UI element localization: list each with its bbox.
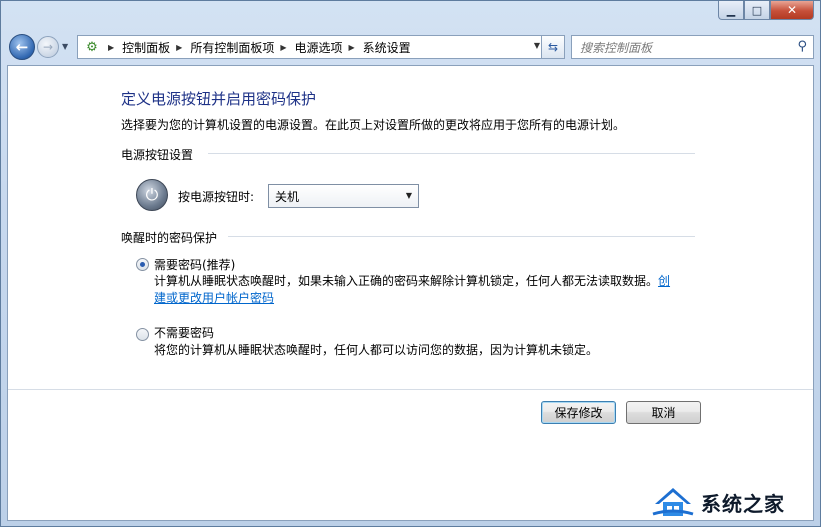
power-action-value: 关机: [275, 189, 300, 204]
create-password-link-start[interactable]: 创: [658, 274, 670, 288]
main-content: 定义电源按钮并启用密码保护 选择要为您的计算机设置的电源设置。在此页上对设置所做…: [7, 65, 814, 521]
save-changes-button[interactable]: 保存修改: [541, 401, 616, 424]
power-button-label: 按电源按钮时:: [178, 190, 255, 204]
search-icon[interactable]: ⚲: [797, 39, 807, 54]
page-description: 选择要为您的计算机设置的电源设置。在此页上对设置所做的更改将应用于您所有的电源计…: [121, 118, 626, 132]
chevron-right-icon[interactable]: ▶: [280, 43, 286, 52]
close-button[interactable]: ✕: [770, 1, 814, 20]
power-button-icon: ⏻: [136, 179, 168, 211]
page-title: 定义电源按钮并启用密码保护: [121, 90, 317, 108]
require-password-label[interactable]: 需要密码(推荐): [154, 256, 235, 273]
require-password-radio[interactable]: [136, 258, 149, 271]
arrow-right-icon: →: [42, 40, 54, 54]
control-panel-icon: ⚙: [86, 39, 98, 55]
minimize-button[interactable]: ▁: [718, 1, 744, 20]
chevron-right-icon[interactable]: ▶: [108, 43, 114, 52]
breadcrumb-system-settings[interactable]: 系统设置: [363, 39, 411, 56]
power-action-select[interactable]: 关机 ▼: [268, 184, 419, 208]
navigation-bar: ← → ▼ ⚙ ▶ 控制面板 ▶ 所有控制面板项 ▶ 电源选项 ▶ 系统设置 ▼…: [7, 32, 814, 62]
chevron-right-icon[interactable]: ▶: [349, 43, 355, 52]
refresh-button[interactable]: ⇆: [541, 35, 565, 59]
chevron-down-icon: ▼: [405, 191, 412, 200]
watermark: 系统之家: [651, 477, 821, 527]
create-password-link[interactable]: 建或更改用户帐户密码: [154, 291, 274, 305]
power-section-header: 电源按钮设置: [121, 148, 194, 162]
search-placeholder: 搜索控制面板: [580, 40, 653, 55]
maximize-button[interactable]: □: [744, 1, 770, 20]
no-password-label[interactable]: 不需要密码: [154, 324, 214, 341]
breadcrumb-all-items[interactable]: 所有控制面板项: [190, 39, 274, 56]
section-divider: [208, 153, 695, 154]
breadcrumb-power-options[interactable]: 电源选项: [295, 39, 343, 56]
control-panel-window: ▁ □ ✕ ← → ▼ ⚙ ▶ 控制面板 ▶ 所有控制面板项 ▶ 电源选项 ▶ …: [0, 0, 821, 527]
recent-pages-dropdown[interactable]: ▼: [62, 42, 68, 51]
caption-buttons: ▁ □ ✕: [718, 1, 814, 20]
cancel-button[interactable]: 取消: [626, 401, 701, 424]
address-dropdown-icon[interactable]: ▼: [534, 41, 540, 50]
breadcrumb-control-panel[interactable]: 控制面板: [122, 39, 170, 56]
section-divider: [228, 236, 695, 237]
require-password-desc-text: 计算机从睡眠状态唤醒时，如果未输入正确的密码来解除计算机锁定，任何人都无法读取数…: [154, 274, 659, 288]
address-bar[interactable]: ⚙ ▶ 控制面板 ▶ 所有控制面板项 ▶ 电源选项 ▶ 系统设置 ▼: [77, 35, 547, 59]
require-password-description: 计算机从睡眠状态唤醒时，如果未输入正确的密码来解除计算机锁定，任何人都无法读取数…: [154, 273, 694, 307]
password-section-header: 唤醒时的密码保护: [121, 231, 218, 245]
back-button[interactable]: ←: [9, 34, 35, 60]
chevron-right-icon[interactable]: ▶: [176, 43, 182, 52]
watermark-text: 系统之家: [701, 492, 785, 516]
arrow-left-icon: ←: [15, 38, 29, 56]
house-logo-icon: [652, 487, 694, 516]
no-password-radio[interactable]: [136, 328, 149, 341]
no-password-description: 将您的计算机从睡眠状态唤醒时，任何人都可以访问您的数据，因为计算机未锁定。: [154, 343, 599, 357]
search-input[interactable]: 搜索控制面板 ⚲: [571, 35, 814, 59]
footer-divider: [8, 389, 813, 390]
forward-button[interactable]: →: [37, 36, 59, 58]
refresh-icon: ⇆: [547, 40, 559, 54]
